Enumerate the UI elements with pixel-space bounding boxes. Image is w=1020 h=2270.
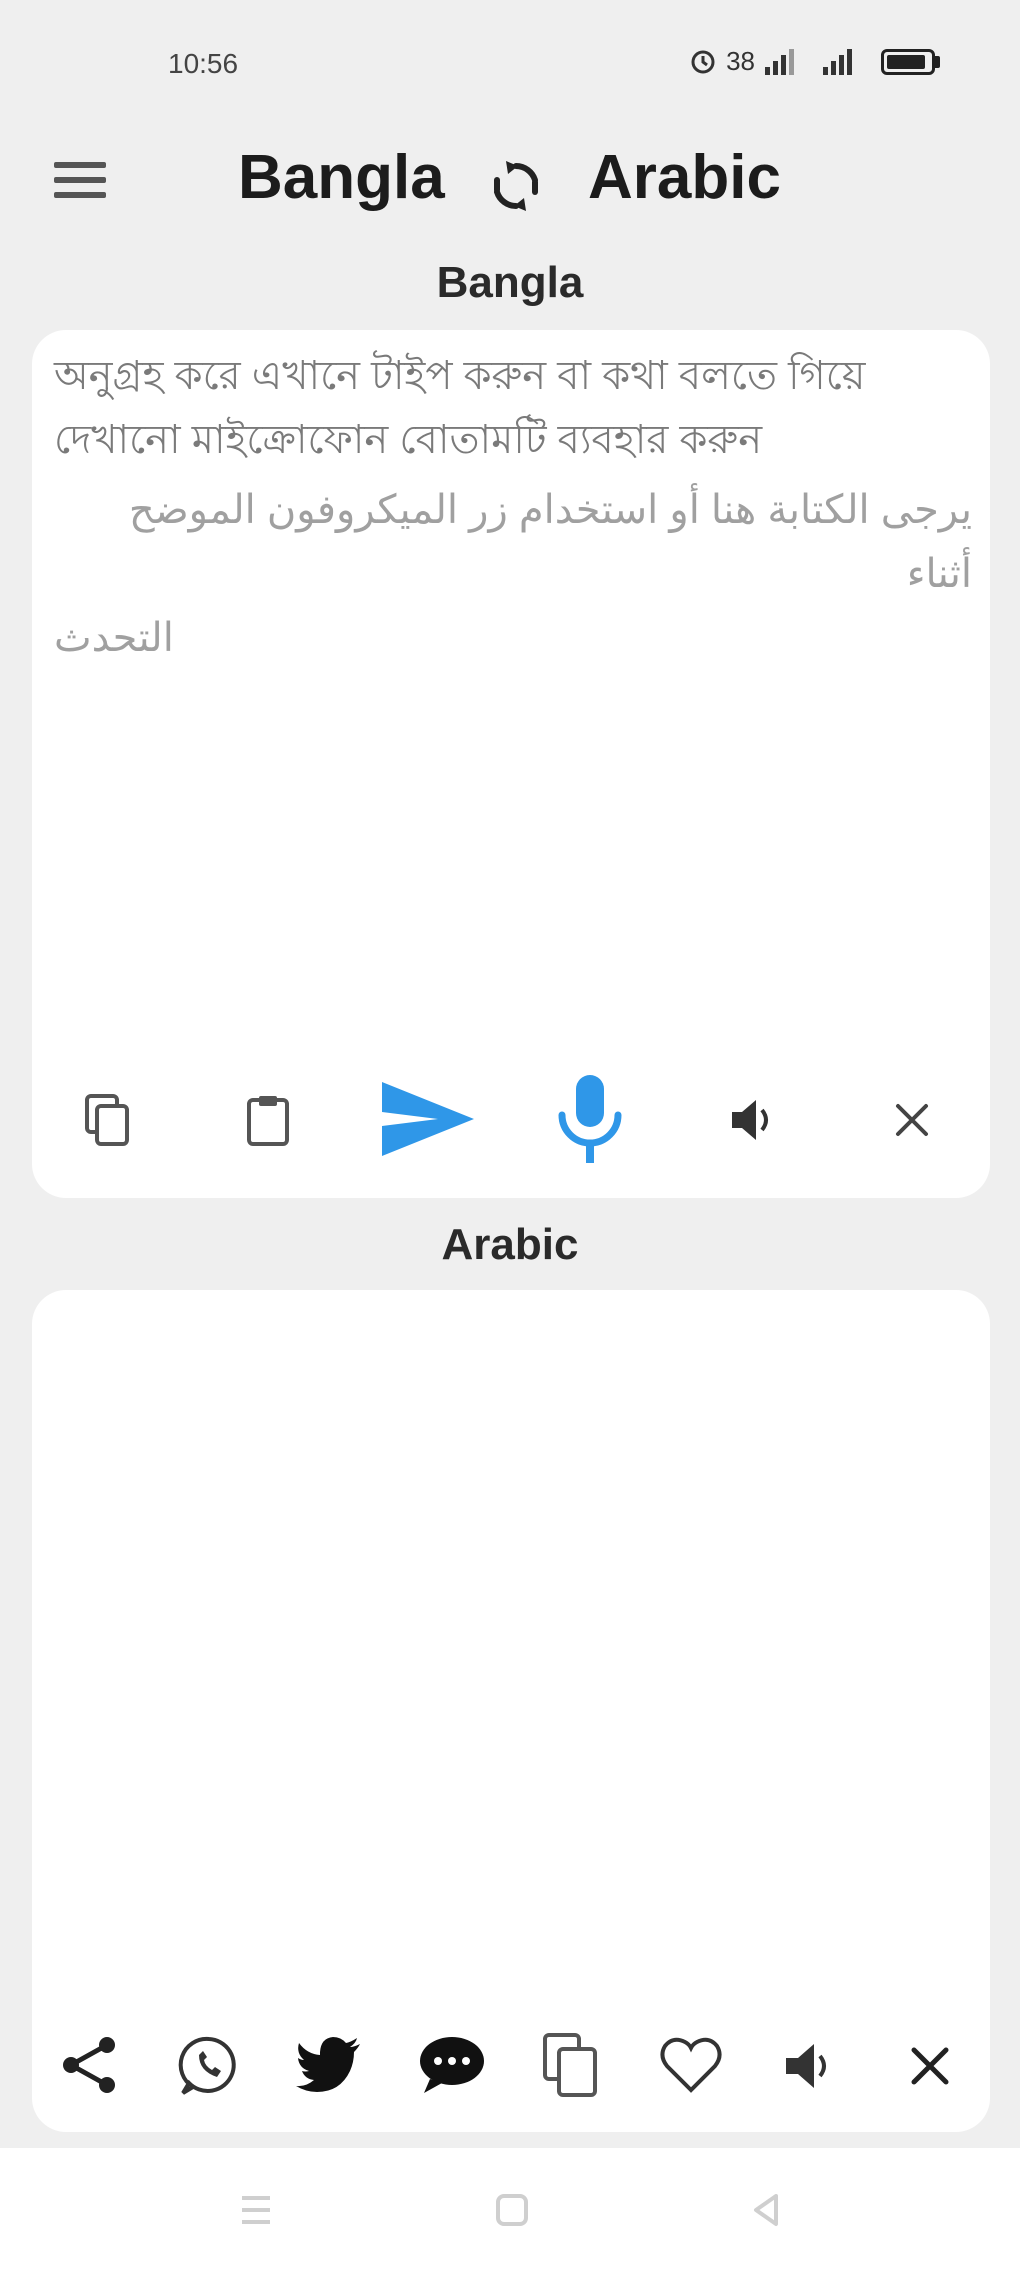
status-icons: 38 (690, 46, 940, 77)
back-icon[interactable] (736, 2180, 796, 2240)
send-icon[interactable] (376, 1074, 480, 1164)
speaker-icon[interactable] (722, 1090, 782, 1150)
twitter-icon[interactable] (294, 2030, 364, 2100)
signal-icon (765, 48, 794, 75)
status-time: 10:56 (168, 48, 239, 79)
chat-icon[interactable] (414, 2030, 490, 2100)
status-bar: 10:56 38 (0, 0, 1020, 130)
menu-icon[interactable] (54, 152, 110, 208)
microphone-icon[interactable] (552, 1070, 628, 1170)
clear-output-icon[interactable] (902, 2038, 958, 2094)
output-card (32, 1290, 990, 2132)
clear-input-icon[interactable] (884, 1092, 940, 1148)
speaker-output-icon[interactable] (776, 2034, 840, 2098)
recents-icon[interactable] (226, 2180, 286, 2240)
input-placeholder-bangla: অনুগ্রহ করে এখানে টাইপ করুন বা কথা বলতে … (54, 354, 866, 462)
target-language-button[interactable]: Arabic (588, 142, 781, 213)
output-language-label: Arabic (441, 1220, 579, 1269)
paste-icon[interactable] (236, 1088, 300, 1152)
home-icon[interactable] (482, 2180, 542, 2240)
signal-icon-2 (823, 48, 852, 75)
input-placeholder-arabic-2: التحدث (54, 616, 174, 660)
source-language-button[interactable]: Bangla (238, 142, 445, 213)
heart-icon[interactable] (656, 2030, 726, 2100)
input-language-label: Bangla (436, 258, 584, 307)
input-field[interactable]: অনুগ্রহ করে এখানে টাইপ করুন বা কথা বলতে … (54, 344, 972, 670)
input-placeholder-arabic: يرجى الكتابة هنا أو استخدام زر الميكروفو… (128, 488, 972, 596)
battery-icon (881, 48, 935, 75)
alarm-icon (691, 50, 715, 73)
output-toolbar (0, 2010, 1020, 2120)
app-bar: Bangla Arabic (0, 130, 1020, 230)
whatsapp-icon[interactable] (174, 2030, 244, 2100)
network-speed: 38 (726, 46, 755, 76)
copy-output-icon[interactable] (536, 2028, 606, 2102)
input-toolbar (0, 1060, 1020, 1180)
copy-icon[interactable] (76, 1088, 140, 1152)
system-nav-bar (0, 2148, 1020, 2270)
share-icon[interactable] (54, 2030, 124, 2100)
battery-tip (935, 55, 940, 68)
swap-languages-icon[interactable] (484, 154, 548, 218)
